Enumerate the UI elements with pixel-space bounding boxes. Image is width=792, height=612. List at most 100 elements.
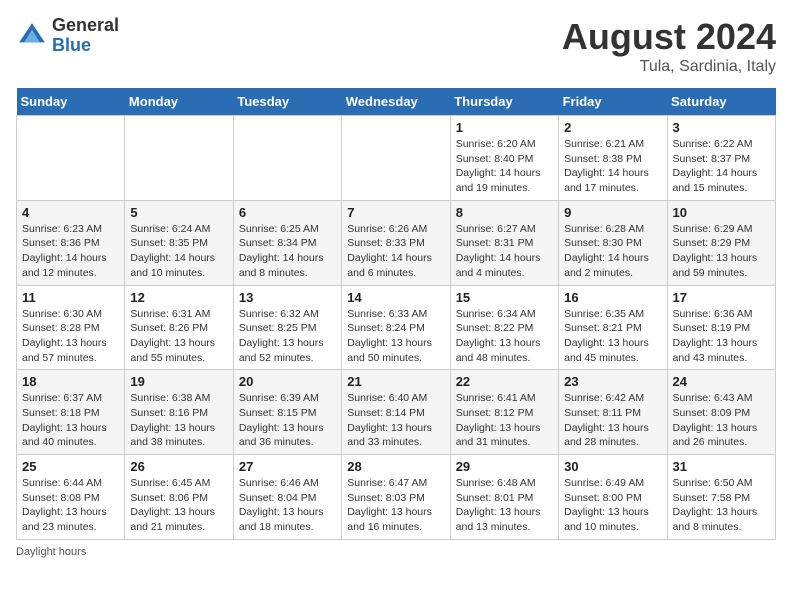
day-info: Sunrise: 6:37 AMSunset: 8:18 PMDaylight:… — [22, 391, 119, 450]
day-number: 31 — [673, 459, 770, 474]
logo-icon — [16, 20, 48, 52]
logo: General Blue — [16, 16, 119, 56]
day-cell: 1 Sunrise: 6:20 AMSunset: 8:40 PMDaylight… — [450, 116, 558, 201]
day-cell: 27 Sunrise: 6:46 AMSunset: 8:04 PMDayligh… — [233, 455, 341, 540]
day-number: 6 — [239, 205, 336, 220]
day-number: 18 — [22, 374, 119, 389]
day-cell — [125, 116, 233, 201]
day-number: 16 — [564, 290, 661, 305]
day-cell: 4 Sunrise: 6:23 AMSunset: 8:36 PMDaylight… — [17, 200, 125, 285]
day-number: 10 — [673, 205, 770, 220]
day-info: Sunrise: 6:36 AMSunset: 8:19 PMDaylight:… — [673, 307, 770, 366]
day-cell: 24Sunrise: 6:43 AMSunset: 8:09 PMDayligh… — [667, 370, 775, 455]
day-info: Sunrise: 6:23 AMSunset: 8:36 PMDaylight:… — [22, 222, 119, 281]
week-row-1: 4 Sunrise: 6:23 AMSunset: 8:36 PMDaylight… — [17, 200, 776, 285]
day-info: Sunrise: 6:24 AMSunset: 8:35 PMDaylight:… — [130, 222, 227, 281]
day-cell: 19Sunrise: 6:38 AMSunset: 8:16 PMDayligh… — [125, 370, 233, 455]
day-info: Sunrise: 6:31 AMSunset: 8:26 PMDaylight:… — [130, 307, 227, 366]
day-cell — [342, 116, 450, 201]
calendar-table: SundayMondayTuesdayWednesdayThursdayFrid… — [16, 88, 776, 540]
day-number: 25 — [22, 459, 119, 474]
day-cell: 22Sunrise: 6:41 AMSunset: 8:12 PMDayligh… — [450, 370, 558, 455]
day-info: Sunrise: 6:39 AMSunset: 8:15 PMDaylight:… — [239, 391, 336, 450]
day-cell: 31 Sunrise: 6:50 AMSunset: 7:58 PMDayligh… — [667, 455, 775, 540]
day-cell: 14Sunrise: 6:33 AMSunset: 8:24 PMDayligh… — [342, 285, 450, 370]
page-header: General Blue August 2024 Tula, Sardinia,… — [16, 16, 776, 76]
day-info: Sunrise: 6:45 AMSunset: 8:06 PMDaylight:… — [130, 476, 227, 535]
day-cell: 13 Sunrise: 6:32 AMSunset: 8:25 PMDayligh… — [233, 285, 341, 370]
header-cell-monday: Monday — [125, 88, 233, 116]
day-info: Sunrise: 6:44 AMSunset: 8:08 PMDaylight:… — [22, 476, 119, 535]
day-number: 29 — [456, 459, 553, 474]
day-cell: 11Sunrise: 6:30 AMSunset: 8:28 PMDayligh… — [17, 285, 125, 370]
logo-text: General Blue — [52, 16, 119, 56]
day-number: 26 — [130, 459, 227, 474]
day-info: Sunrise: 6:49 AMSunset: 8:00 PMDaylight:… — [564, 476, 661, 535]
day-info: Sunrise: 6:50 AMSunset: 7:58 PMDaylight:… — [673, 476, 770, 535]
title-block: August 2024 Tula, Sardinia, Italy — [562, 16, 776, 76]
day-info: Sunrise: 6:47 AMSunset: 8:03 PMDaylight:… — [347, 476, 444, 535]
day-cell: 26 Sunrise: 6:45 AMSunset: 8:06 PMDayligh… — [125, 455, 233, 540]
day-number: 9 — [564, 205, 661, 220]
week-row-0: 1 Sunrise: 6:20 AMSunset: 8:40 PMDaylight… — [17, 116, 776, 201]
logo-blue: Blue — [52, 36, 119, 56]
day-cell: 25 Sunrise: 6:44 AMSunset: 8:08 PMDayligh… — [17, 455, 125, 540]
day-number: 3 — [673, 120, 770, 135]
day-number: 30 — [564, 459, 661, 474]
day-cell: 7 Sunrise: 6:26 AMSunset: 8:33 PMDaylight… — [342, 200, 450, 285]
day-number: 17 — [673, 290, 770, 305]
header-cell-sunday: Sunday — [17, 88, 125, 116]
header-cell-saturday: Saturday — [667, 88, 775, 116]
day-cell: 29Sunrise: 6:48 AMSunset: 8:01 PMDayligh… — [450, 455, 558, 540]
day-number: 8 — [456, 205, 553, 220]
day-cell: 30 Sunrise: 6:49 AMSunset: 8:00 PMDayligh… — [559, 455, 667, 540]
header-cell-friday: Friday — [559, 88, 667, 116]
day-cell — [17, 116, 125, 201]
day-info: Sunrise: 6:32 AMSunset: 8:25 PMDaylight:… — [239, 307, 336, 366]
calendar-body: 1 Sunrise: 6:20 AMSunset: 8:40 PMDaylight… — [17, 116, 776, 540]
day-info: Sunrise: 6:38 AMSunset: 8:16 PMDaylight:… — [130, 391, 227, 450]
day-number: 15 — [456, 290, 553, 305]
day-number: 5 — [130, 205, 227, 220]
footer: Daylight hours — [16, 546, 776, 558]
calendar-header: SundayMondayTuesdayWednesdayThursdayFrid… — [17, 88, 776, 116]
month-title: August 2024 — [562, 16, 776, 58]
header-cell-wednesday: Wednesday — [342, 88, 450, 116]
day-number: 21 — [347, 374, 444, 389]
day-cell: 20 Sunrise: 6:39 AMSunset: 8:15 PMDayligh… — [233, 370, 341, 455]
day-cell: 21 Sunrise: 6:40 AMSunset: 8:14 PMDayligh… — [342, 370, 450, 455]
day-cell: 3Sunrise: 6:22 AMSunset: 8:37 PMDaylight… — [667, 116, 775, 201]
day-number: 27 — [239, 459, 336, 474]
week-row-3: 18 Sunrise: 6:37 AMSunset: 8:18 PMDayligh… — [17, 370, 776, 455]
day-cell: 8 Sunrise: 6:27 AMSunset: 8:31 PMDaylight… — [450, 200, 558, 285]
day-number: 1 — [456, 120, 553, 135]
day-info: Sunrise: 6:29 AMSunset: 8:29 PMDaylight:… — [673, 222, 770, 281]
day-number: 12 — [130, 290, 227, 305]
day-cell: 5 Sunrise: 6:24 AMSunset: 8:35 PMDaylight… — [125, 200, 233, 285]
day-info: Sunrise: 6:20 AMSunset: 8:40 PMDaylight:… — [456, 137, 553, 196]
day-number: 14 — [347, 290, 444, 305]
day-number: 13 — [239, 290, 336, 305]
day-info: Sunrise: 6:27 AMSunset: 8:31 PMDaylight:… — [456, 222, 553, 281]
day-info: Sunrise: 6:42 AMSunset: 8:11 PMDaylight:… — [564, 391, 661, 450]
day-cell: 16Sunrise: 6:35 AMSunset: 8:21 PMDayligh… — [559, 285, 667, 370]
day-cell: 9Sunrise: 6:28 AMSunset: 8:30 PMDaylight… — [559, 200, 667, 285]
day-info: Sunrise: 6:30 AMSunset: 8:28 PMDaylight:… — [22, 307, 119, 366]
day-number: 4 — [22, 205, 119, 220]
day-cell: 28Sunrise: 6:47 AMSunset: 8:03 PMDayligh… — [342, 455, 450, 540]
day-info: Sunrise: 6:34 AMSunset: 8:22 PMDaylight:… — [456, 307, 553, 366]
day-number: 22 — [456, 374, 553, 389]
day-number: 7 — [347, 205, 444, 220]
header-cell-tuesday: Tuesday — [233, 88, 341, 116]
header-row: SundayMondayTuesdayWednesdayThursdayFrid… — [17, 88, 776, 116]
day-cell: 10 Sunrise: 6:29 AMSunset: 8:29 PMDayligh… — [667, 200, 775, 285]
day-number: 23 — [564, 374, 661, 389]
day-info: Sunrise: 6:21 AMSunset: 8:38 PMDaylight:… — [564, 137, 661, 196]
day-cell: 2Sunrise: 6:21 AMSunset: 8:38 PMDaylight… — [559, 116, 667, 201]
day-info: Sunrise: 6:26 AMSunset: 8:33 PMDaylight:… — [347, 222, 444, 281]
logo-general: General — [52, 16, 119, 36]
day-info: Sunrise: 6:46 AMSunset: 8:04 PMDaylight:… — [239, 476, 336, 535]
day-number: 20 — [239, 374, 336, 389]
week-row-4: 25 Sunrise: 6:44 AMSunset: 8:08 PMDayligh… — [17, 455, 776, 540]
day-info: Sunrise: 6:40 AMSunset: 8:14 PMDaylight:… — [347, 391, 444, 450]
